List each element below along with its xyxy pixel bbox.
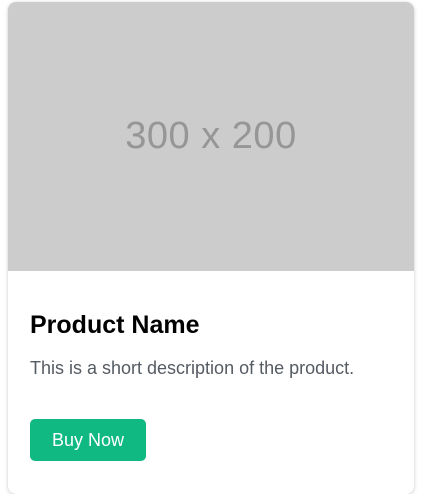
- product-image-placeholder: 300 x 200: [8, 2, 414, 271]
- product-title: Product Name: [30, 311, 200, 339]
- product-card: 300 x 200 Product Name This is a short d…: [8, 2, 414, 494]
- product-description: This is a short description of the produ…: [30, 358, 355, 378]
- card-body: Product Name This is a short description…: [8, 271, 414, 461]
- image-placeholder-label: 300 x 200: [125, 115, 297, 157]
- buy-now-button[interactable]: Buy Now: [30, 419, 146, 461]
